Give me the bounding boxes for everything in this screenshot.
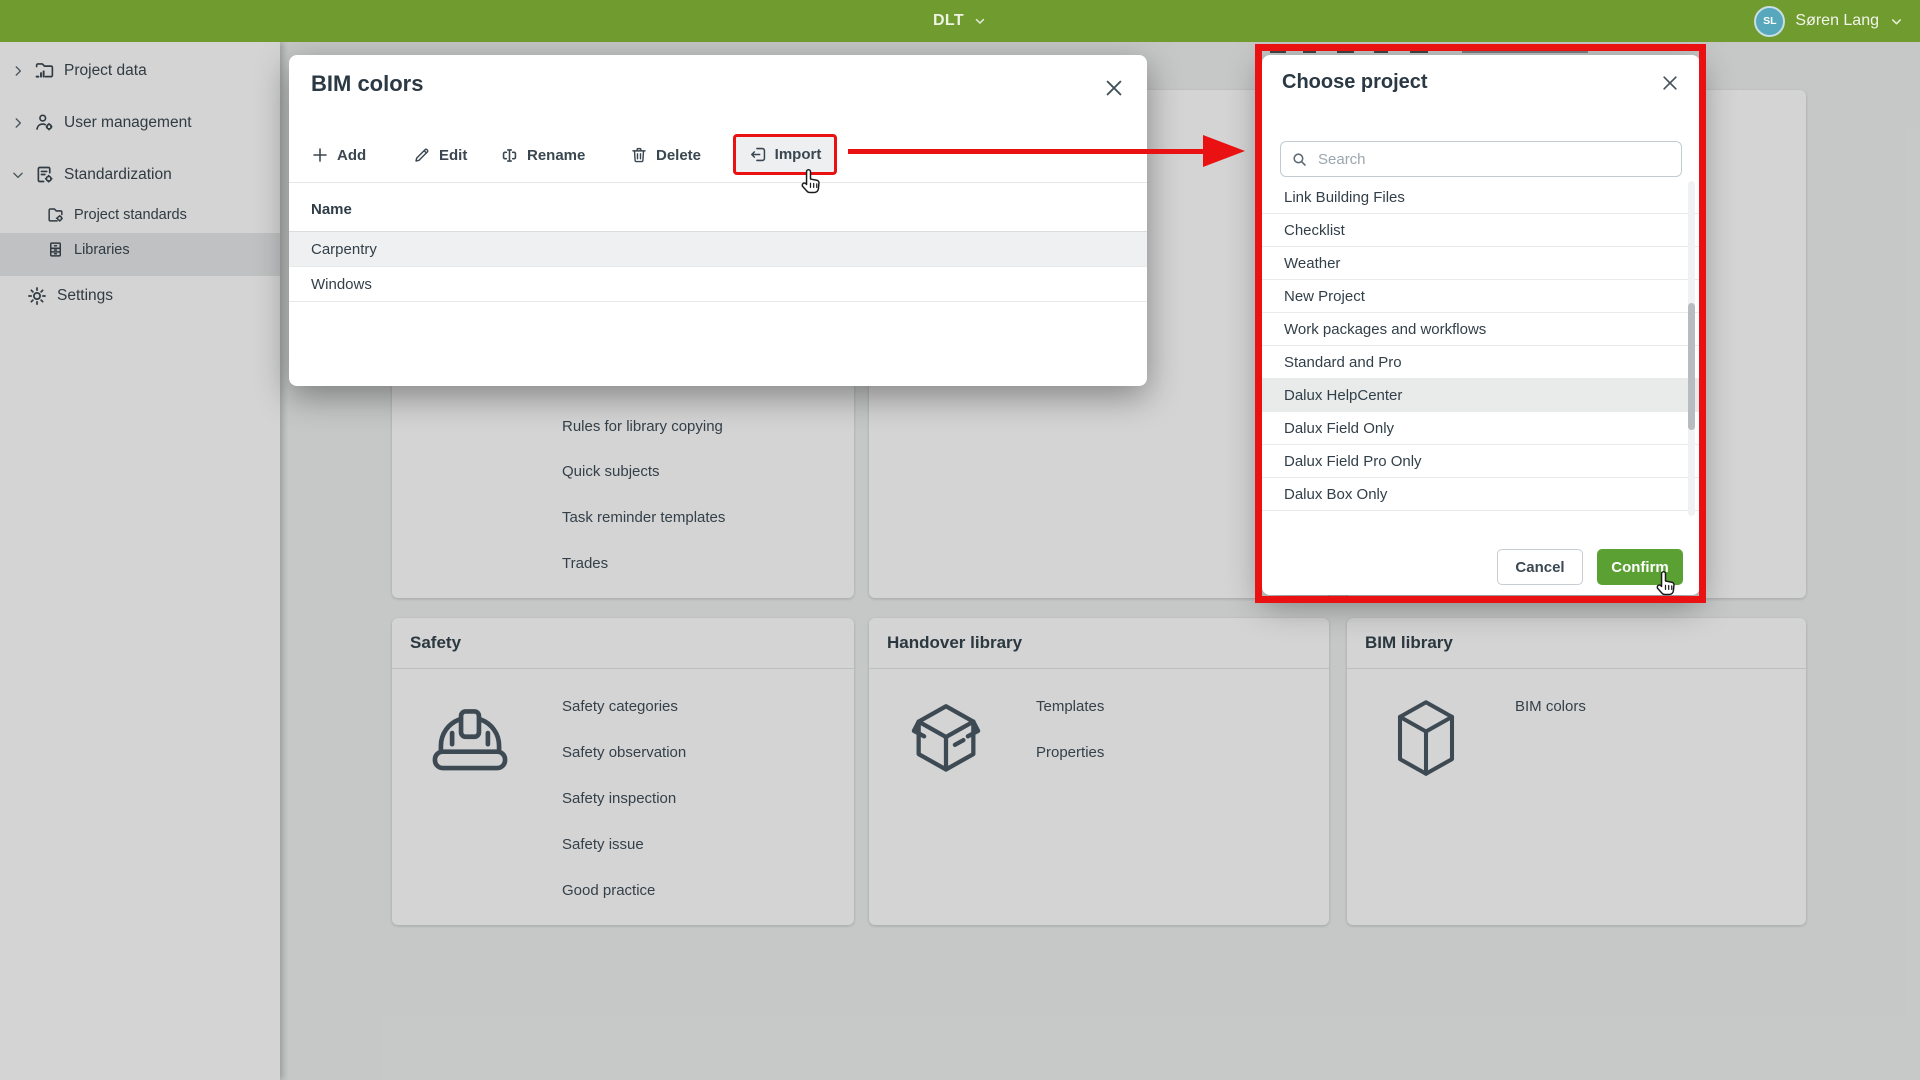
user-menu[interactable]: SL Søren Lang <box>1754 0 1904 42</box>
project-list: Link Building Files Checklist Weather Ne… <box>1262 181 1700 516</box>
page: Project data User management Standardiza… <box>0 0 1920 1080</box>
tenant-label: DLT <box>933 12 964 30</box>
rename-button[interactable]: Rename <box>500 138 585 172</box>
delete-button[interactable]: Delete <box>630 138 701 172</box>
pencil-icon <box>413 146 431 164</box>
import-button[interactable]: Import <box>733 134 837 175</box>
chevron-down-icon <box>973 14 987 28</box>
delete-button-label: Delete <box>656 147 701 164</box>
modal-title: BIM colors <box>311 71 423 97</box>
plus-icon <box>311 146 329 164</box>
search-input[interactable] <box>1316 150 1671 169</box>
project-list-item[interactable]: Work packages and workflows <box>1262 313 1700 346</box>
top-app-bar: DLT SL Søren Lang <box>0 0 1920 42</box>
trash-icon <box>630 146 648 164</box>
close-icon[interactable] <box>1660 73 1680 93</box>
tenant-switcher[interactable]: DLT <box>933 0 987 42</box>
scrollbar-thumb[interactable] <box>1688 303 1695 430</box>
table-row-windows[interactable]: Windows <box>289 267 1147 302</box>
project-search <box>1280 141 1682 177</box>
project-list-item[interactable]: New Project <box>1262 280 1700 313</box>
add-button-label: Add <box>337 147 366 164</box>
project-list-item[interactable]: Dalux Box Only <box>1262 478 1700 511</box>
import-icon <box>749 145 768 164</box>
rename-button-label: Rename <box>527 147 585 164</box>
project-list-item[interactable]: Weather <box>1262 247 1700 280</box>
table-row-carpentry[interactable]: Carpentry <box>289 232 1147 267</box>
user-name: Søren Lang <box>1795 12 1879 30</box>
project-list-item-selected[interactable]: Dalux HelpCenter <box>1262 379 1700 412</box>
rename-icon <box>500 146 519 165</box>
annotation-arrow-head <box>1203 135 1245 167</box>
project-list-item[interactable]: Link Building Files <box>1262 181 1700 214</box>
chevron-down-icon <box>1889 14 1904 29</box>
edit-button-label: Edit <box>439 147 467 164</box>
modal-title: Choose project <box>1282 71 1428 94</box>
choose-project-modal: Choose project Link Building Files Check… <box>1262 55 1700 595</box>
project-list-item[interactable]: Dalux Field Pro Only <box>1262 445 1700 478</box>
edit-button[interactable]: Edit <box>413 138 467 172</box>
avatar: SL <box>1754 6 1785 37</box>
cancel-button[interactable]: Cancel <box>1497 549 1583 585</box>
confirm-button[interactable]: Confirm <box>1597 549 1683 585</box>
project-list-item[interactable]: Dalux Field Only <box>1262 412 1700 445</box>
toolbar-divider <box>289 182 1147 183</box>
add-button[interactable]: Add <box>311 138 366 172</box>
search-icon <box>1291 151 1308 168</box>
project-list-item[interactable]: Standard and Pro <box>1262 346 1700 379</box>
project-list-item[interactable]: Checklist <box>1262 214 1700 247</box>
import-button-label: Import <box>775 146 822 163</box>
column-header-name: Name <box>311 201 352 218</box>
bim-colors-modal: BIM colors Add Edit Rename Delete <box>289 55 1147 386</box>
close-icon[interactable] <box>1103 77 1125 99</box>
annotation-arrow-line <box>848 149 1205 154</box>
